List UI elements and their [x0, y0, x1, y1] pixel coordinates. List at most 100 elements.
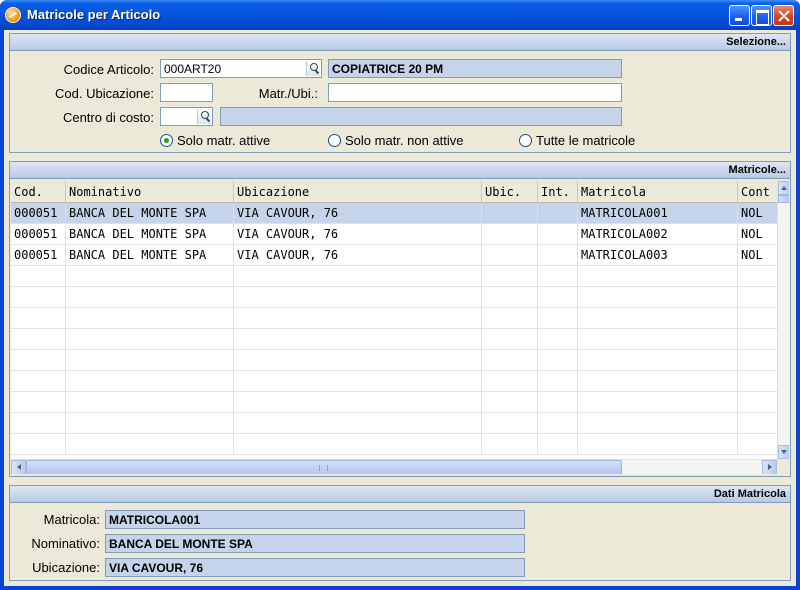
vertical-scrollbar[interactable] [777, 181, 789, 459]
cell-cod: 000051 [11, 203, 66, 224]
cell-int [538, 329, 578, 350]
cell-ubicazione: VIA CAVOUR, 76 [234, 203, 482, 224]
cell-nominativo [66, 350, 234, 371]
horizontal-scrollbar[interactable] [11, 459, 777, 474]
radio-solo-attive[interactable]: Solo matr. attive [160, 133, 270, 148]
title-bar[interactable]: Matricole per Articolo [0, 0, 800, 30]
cell-ubicazione [234, 308, 482, 329]
scroll-left-icon[interactable] [11, 460, 26, 474]
radio-solo-non-attive[interactable]: Solo matr. non attive [328, 133, 464, 148]
grid-header-row: Cod. Nominativo Ubicazione Ubic. Int. Ma… [11, 181, 777, 203]
column-header-cod[interactable]: Cod. [11, 181, 66, 203]
matricole-grid: Cod. Nominativo Ubicazione Ubic. Int. Ma… [11, 181, 789, 474]
scroll-right-icon[interactable] [762, 460, 777, 474]
cell-matricola [578, 350, 738, 371]
empty-table-row [11, 287, 777, 308]
cell-cod [11, 413, 66, 434]
cell-ubicazione: VIA CAVOUR, 76 [234, 245, 482, 266]
cell-cod [11, 434, 66, 455]
table-row[interactable]: 000051 BANCA DEL MONTE SPA VIA CAVOUR, 76 M… [11, 245, 777, 266]
codice-articolo-lookup-icon[interactable] [306, 61, 320, 76]
cod-ubicazione-field[interactable] [160, 83, 213, 102]
column-header-matricola[interactable]: Matricola [578, 181, 738, 203]
cell-cont [738, 413, 777, 434]
cell-matricola [578, 413, 738, 434]
cell-matricola [578, 287, 738, 308]
codice-articolo-field[interactable]: 000ART20 [160, 59, 322, 78]
scroll-up-icon[interactable] [778, 181, 789, 195]
column-header-int[interactable]: Int. [538, 181, 578, 203]
cell-ubicazione [234, 266, 482, 287]
app-icon [5, 7, 21, 23]
articolo-descrizione-field: COPIATRICE 20 PM [328, 59, 622, 78]
cell-cod: 000051 [11, 224, 66, 245]
selection-panel-header: Selezione... [10, 34, 790, 51]
minimize-button[interactable] [729, 5, 750, 26]
cell-ubicazione [234, 350, 482, 371]
table-row[interactable]: 000051 BANCA DEL MONTE SPA VIA CAVOUR, 76 M… [11, 203, 777, 224]
cell-nominativo: BANCA DEL MONTE SPA [66, 245, 234, 266]
centro-costo-field[interactable] [160, 107, 213, 126]
centro-costo-lookup-icon[interactable] [197, 109, 211, 124]
cell-cont [738, 434, 777, 455]
radio-unselected-icon [328, 134, 341, 147]
column-header-nominativo[interactable]: Nominativo [66, 181, 234, 203]
radio-tutte-label: Tutte le matricole [536, 133, 636, 148]
cell-cont [738, 350, 777, 371]
cell-ubicazione [234, 413, 482, 434]
centro-costo-descrizione-field [220, 107, 622, 126]
cell-nominativo [66, 413, 234, 434]
column-header-ubic[interactable]: Ubic. [482, 181, 538, 203]
detail-nominativo-label: Nominativo: [31, 536, 100, 551]
cell-cod [11, 329, 66, 350]
detail-matricola-field: MATRICOLA001 [105, 510, 525, 529]
cell-nominativo [66, 308, 234, 329]
cell-ubicazione [234, 329, 482, 350]
cell-int [538, 308, 578, 329]
empty-table-row [11, 434, 777, 455]
close-button[interactable] [773, 5, 794, 26]
cell-cod [11, 392, 66, 413]
cell-ubic [482, 224, 538, 245]
cell-ubic [482, 308, 538, 329]
cell-int [538, 392, 578, 413]
horizontal-scroll-thumb[interactable] [26, 460, 622, 474]
centro-costo-label: Centro di costo: [62, 110, 154, 125]
matr-ubi-field[interactable] [328, 83, 622, 102]
cell-nominativo [66, 329, 234, 350]
cod-ubicazione-label: Cod. Ubicazione: [55, 86, 154, 101]
column-header-ubicazione[interactable]: Ubicazione [234, 181, 482, 203]
empty-table-row [11, 350, 777, 371]
maximize-button[interactable] [751, 5, 772, 26]
codice-articolo-value: 000ART20 [164, 62, 222, 76]
cell-matricola [578, 392, 738, 413]
grid-body: 000051 BANCA DEL MONTE SPA VIA CAVOUR, 76 M… [11, 203, 777, 459]
table-row[interactable]: 000051 BANCA DEL MONTE SPA VIA CAVOUR, 76 M… [11, 224, 777, 245]
column-header-cont[interactable]: Cont [738, 181, 777, 203]
cell-nominativo [66, 434, 234, 455]
cell-matricola [578, 434, 738, 455]
cell-ubicazione [234, 371, 482, 392]
cell-int [538, 413, 578, 434]
radio-tutte[interactable]: Tutte le matricole [519, 133, 635, 148]
cell-ubicazione: VIA CAVOUR, 76 [234, 224, 482, 245]
cell-matricola: MATRICOLA002 [578, 224, 738, 245]
cell-matricola: MATRICOLA001 [578, 203, 738, 224]
matr-ubi-label: Matr./Ubi.: [258, 86, 318, 101]
cell-cont [738, 287, 777, 308]
vertical-scroll-thumb[interactable] [778, 195, 789, 203]
detail-ubicazione-label: Ubicazione: [32, 560, 100, 575]
cell-int [538, 434, 578, 455]
cell-cod [11, 266, 66, 287]
cell-nominativo [66, 371, 234, 392]
empty-table-row [11, 266, 777, 287]
cell-int [538, 350, 578, 371]
cell-matricola [578, 371, 738, 392]
cell-matricola [578, 266, 738, 287]
detail-nominativo-field: BANCA DEL MONTE SPA [105, 534, 525, 553]
cell-int [538, 245, 578, 266]
detail-matricola-label: Matricola: [43, 512, 100, 527]
scroll-down-icon[interactable] [778, 445, 789, 459]
cell-cod [11, 350, 66, 371]
cell-cod: 000051 [11, 245, 66, 266]
